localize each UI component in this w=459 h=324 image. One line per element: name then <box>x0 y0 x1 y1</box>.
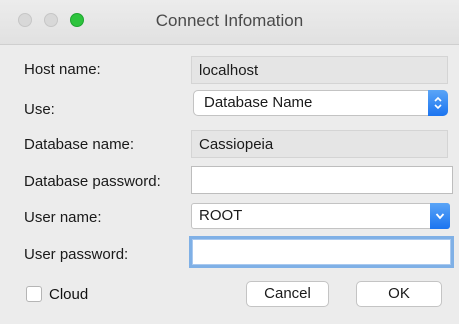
user-name-value: ROOT <box>199 207 243 224</box>
title-bar: Connect Infomation <box>0 0 459 45</box>
use-label: Use: <box>24 101 55 118</box>
database-name-field: Cassiopeia <box>191 130 448 158</box>
database-password-field[interactable] <box>191 166 453 194</box>
use-select[interactable]: Database Name <box>193 90 448 116</box>
window-title: Connect Infomation <box>155 11 304 30</box>
cancel-button[interactable]: Cancel <box>246 281 329 307</box>
cloud-checkbox-label[interactable]: Cloud <box>49 286 88 303</box>
updown-chevron-icon <box>428 90 448 116</box>
database-password-label: Database password: <box>24 173 161 190</box>
user-name-combo[interactable]: ROOT <box>191 203 450 229</box>
connect-dialog: Connect Infomation Host name: localhost … <box>0 0 459 324</box>
user-password-field[interactable] <box>189 236 454 268</box>
cloud-checkbox[interactable] <box>26 286 42 302</box>
host-name-field: localhost <box>191 56 448 84</box>
host-name-label: Host name: <box>24 61 101 78</box>
user-name-label: User name: <box>24 209 102 226</box>
database-name-label: Database name: <box>24 136 135 153</box>
ok-button[interactable]: OK <box>356 281 442 307</box>
user-password-label: User password: <box>24 246 129 263</box>
use-select-value: Database Name <box>204 94 313 111</box>
chevron-down-icon[interactable] <box>430 203 450 229</box>
